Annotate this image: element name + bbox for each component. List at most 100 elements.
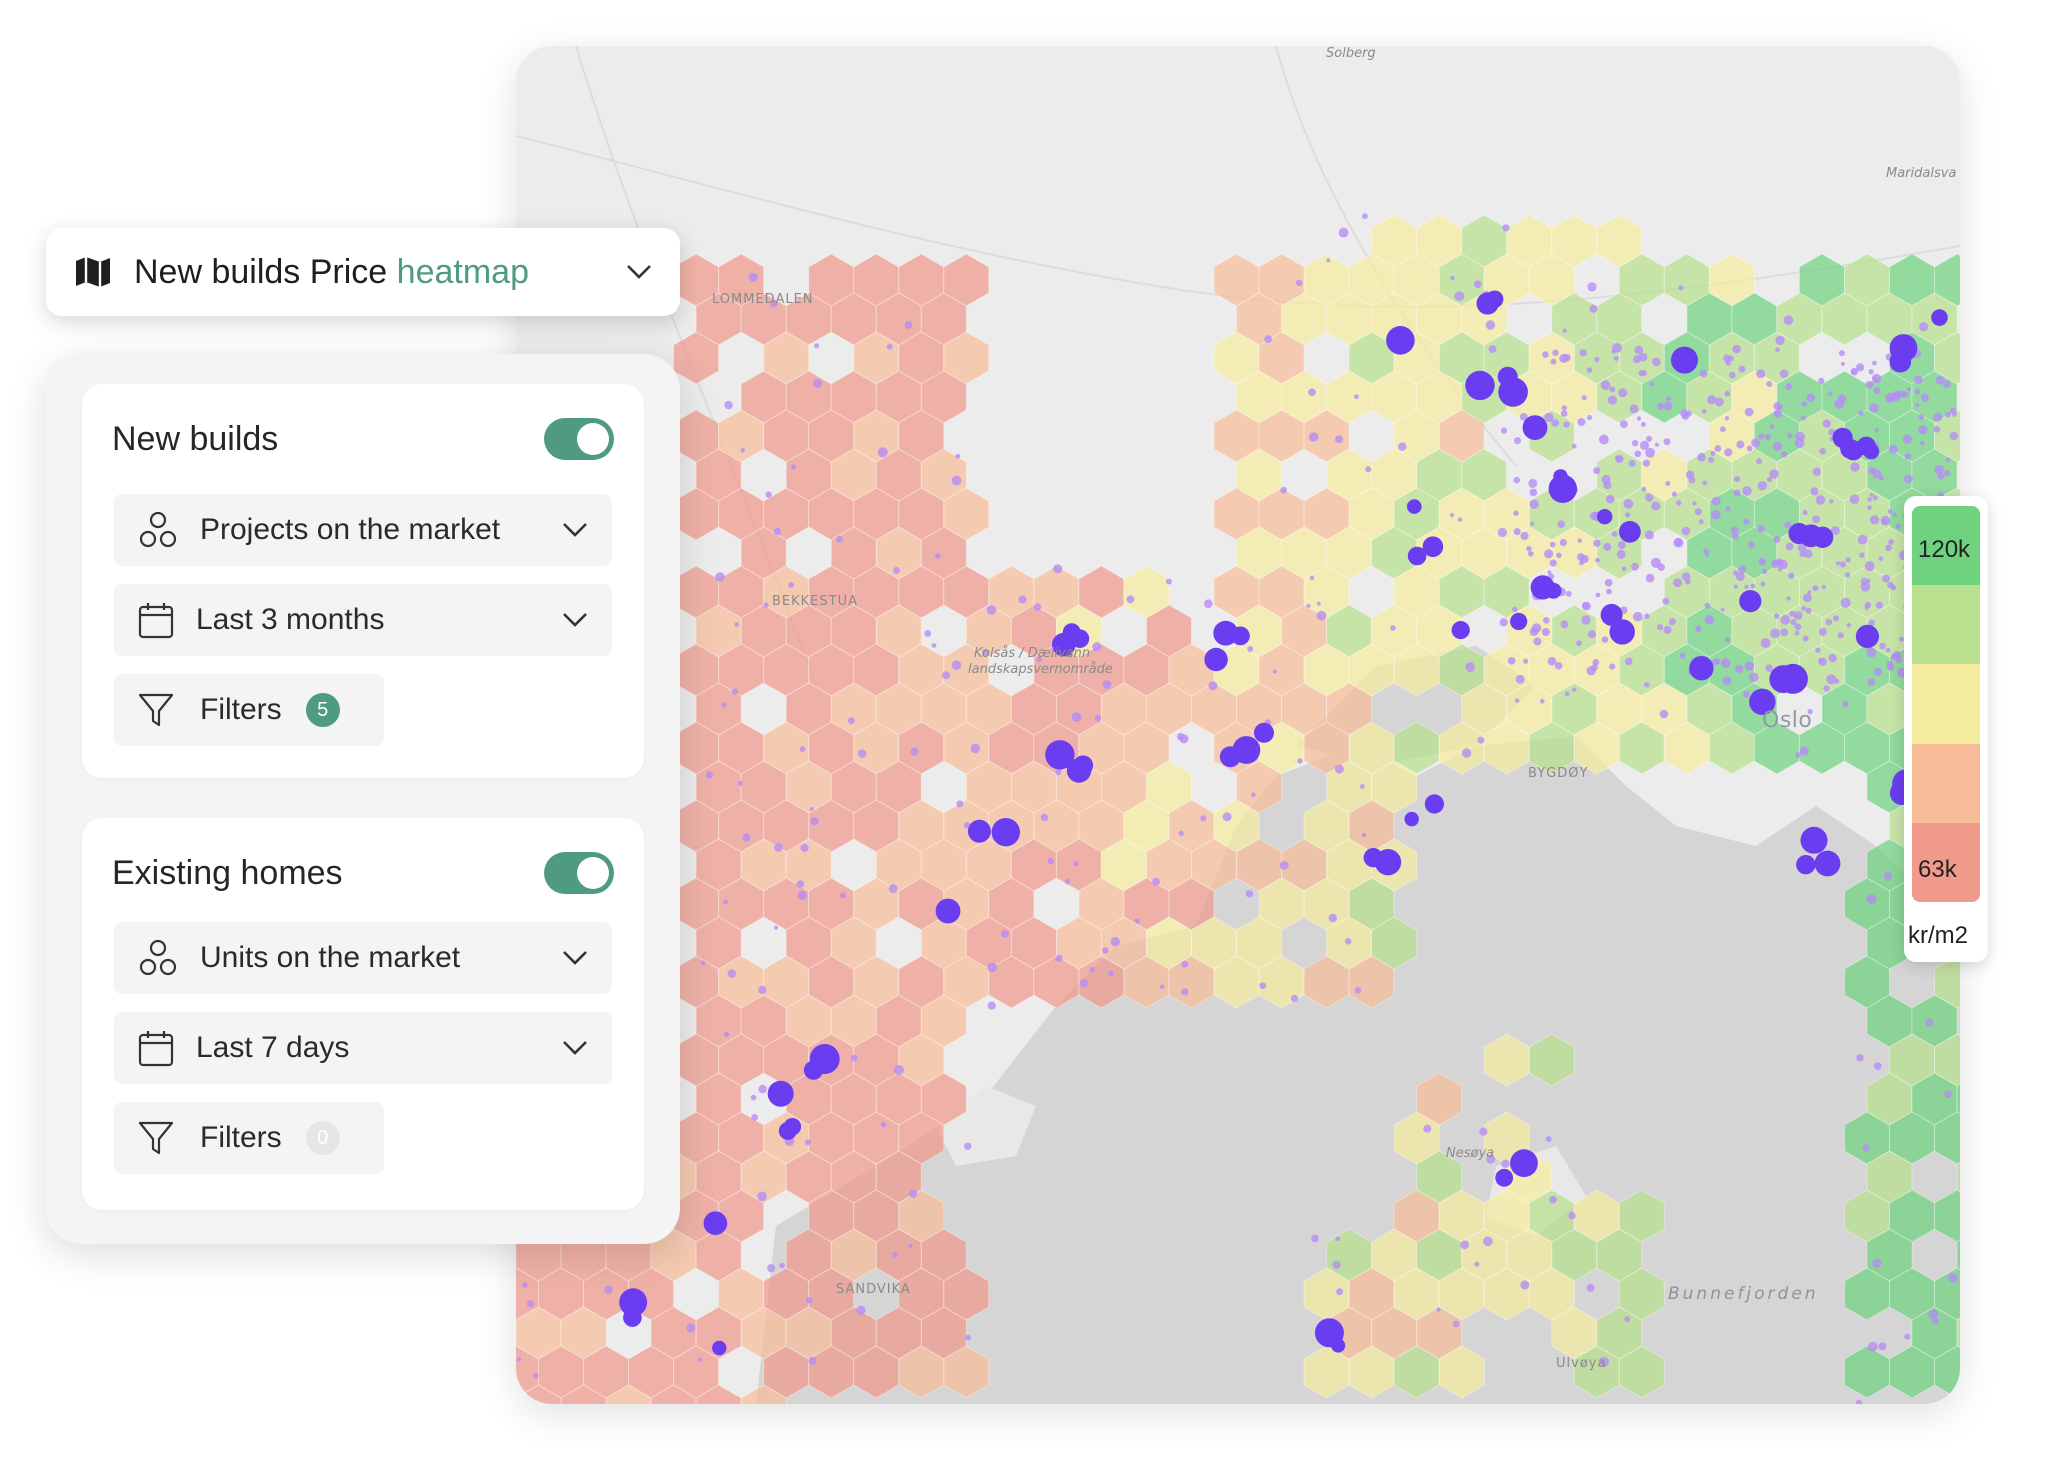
listing-dot <box>727 969 737 978</box>
project-marker[interactable] <box>1510 1149 1538 1178</box>
heatmap-selector[interactable]: New builds Price heatmap <box>46 228 680 316</box>
project-marker[interactable] <box>1609 619 1635 645</box>
project-marker[interactable] <box>1548 474 1578 503</box>
listing-dot <box>1593 539 1601 547</box>
listing-dot <box>1744 661 1755 671</box>
listing-dot <box>1810 487 1819 496</box>
project-marker[interactable] <box>1800 826 1828 854</box>
project-marker[interactable] <box>1597 509 1613 525</box>
listing-dot <box>1756 369 1766 379</box>
price-heatmap-map[interactable]: LOMMEDALEN BEKKESTUA Kolsås / Dælivann l… <box>516 46 1960 1404</box>
project-marker[interactable] <box>1204 647 1228 672</box>
project-marker[interactable] <box>1671 346 1698 374</box>
listing-dot <box>1528 551 1534 557</box>
listing-dot <box>774 925 778 930</box>
project-marker[interactable] <box>1386 326 1415 355</box>
project-marker[interactable] <box>623 1308 642 1327</box>
listing-dot <box>1625 512 1631 518</box>
listing-dot <box>1666 396 1672 402</box>
listing-dot <box>1606 588 1612 595</box>
project-marker[interactable] <box>1739 590 1762 613</box>
project-marker[interactable] <box>935 898 961 924</box>
listing-dot <box>1787 432 1793 439</box>
project-marker[interactable] <box>1889 334 1918 362</box>
listing-dot <box>734 622 739 627</box>
project-marker[interactable] <box>991 818 1020 847</box>
listing-dot <box>1560 620 1569 629</box>
project-marker[interactable] <box>1689 656 1714 681</box>
map-canvas[interactable] <box>516 46 1960 1404</box>
listing-dot <box>1507 657 1516 665</box>
listing-dot <box>1599 434 1609 445</box>
listing-dot <box>1247 646 1254 652</box>
project-marker[interactable] <box>1314 1318 1344 1348</box>
chevron-down-icon[interactable] <box>626 264 652 280</box>
new-builds-type-dropdown[interactable]: Projects on the market <box>114 494 612 566</box>
project-marker[interactable] <box>1931 309 1948 326</box>
project-marker[interactable] <box>1254 722 1274 743</box>
project-marker[interactable] <box>1495 1168 1514 1187</box>
project-marker[interactable] <box>767 1080 794 1107</box>
listing-dot <box>1423 1124 1432 1133</box>
listing-dot <box>1751 438 1761 448</box>
project-marker[interactable] <box>1424 794 1444 814</box>
project-marker[interactable] <box>1863 443 1880 460</box>
project-marker[interactable] <box>1814 850 1841 877</box>
project-marker[interactable] <box>1476 292 1499 315</box>
project-marker[interactable] <box>1530 575 1555 600</box>
project-marker[interactable] <box>1811 526 1834 548</box>
project-marker[interactable] <box>1832 427 1853 448</box>
listing-dot <box>1748 541 1755 549</box>
existing-homes-period-dropdown[interactable]: Last 7 days <box>114 1012 612 1084</box>
project-marker[interactable] <box>1769 665 1798 694</box>
project-marker[interactable] <box>1066 758 1092 783</box>
project-marker[interactable] <box>803 1060 824 1080</box>
new-builds-toggle[interactable] <box>544 418 614 460</box>
project-marker[interactable] <box>1522 415 1548 440</box>
listing-dot <box>1549 559 1557 567</box>
project-marker[interactable] <box>1407 546 1427 566</box>
new-builds-filters-count: 5 <box>305 693 340 727</box>
project-marker[interactable] <box>1796 855 1816 875</box>
listing-dot <box>705 771 713 779</box>
new-builds-filters-button[interactable]: Filters 5 <box>114 674 384 746</box>
listing-dot <box>1818 377 1825 384</box>
project-marker[interactable] <box>1510 612 1528 631</box>
listing-dot <box>1512 606 1518 613</box>
project-marker[interactable] <box>1451 621 1470 640</box>
map-label-kolsas-2: landskapsvernområde <box>968 662 1113 677</box>
project-marker[interactable] <box>1213 620 1239 646</box>
project-marker[interactable] <box>712 1340 727 1356</box>
existing-homes-toggle[interactable] <box>544 852 614 894</box>
listing-dot <box>748 272 758 282</box>
listing-dot <box>1844 572 1851 578</box>
new-builds-period-dropdown[interactable]: Last 3 months <box>114 584 612 656</box>
existing-homes-type-dropdown[interactable]: Units on the market <box>114 922 612 994</box>
project-marker[interactable] <box>1219 746 1241 768</box>
project-marker[interactable] <box>1855 624 1879 649</box>
existing-homes-filters-button[interactable]: Filters 0 <box>114 1102 384 1174</box>
listing-dot <box>1529 488 1538 497</box>
project-marker[interactable] <box>1374 849 1402 876</box>
listing-dot <box>1679 653 1686 659</box>
project-marker[interactable] <box>783 1118 802 1136</box>
project-marker[interactable] <box>1465 370 1495 401</box>
project-marker[interactable] <box>1407 499 1422 514</box>
project-marker[interactable] <box>1404 811 1419 827</box>
listing-dot <box>1591 664 1598 671</box>
listing-dot <box>751 1114 758 1121</box>
listing-dot <box>1657 563 1665 571</box>
listing-dot <box>1134 918 1140 924</box>
listing-dot <box>1720 658 1731 668</box>
project-marker[interactable] <box>967 819 991 843</box>
listing-dot <box>1316 601 1321 606</box>
project-marker[interactable] <box>1498 377 1528 407</box>
map-label-bunnefjorden: Bunnefjorden <box>1668 1284 1819 1304</box>
listing-dot <box>1582 601 1591 611</box>
listing-dot <box>1564 691 1570 697</box>
existing-homes-filters-label: Filters <box>200 1121 282 1154</box>
project-marker[interactable] <box>703 1211 728 1235</box>
listing-dot <box>1704 602 1711 609</box>
project-marker[interactable] <box>1619 520 1641 543</box>
listing-dot <box>1659 709 1669 719</box>
